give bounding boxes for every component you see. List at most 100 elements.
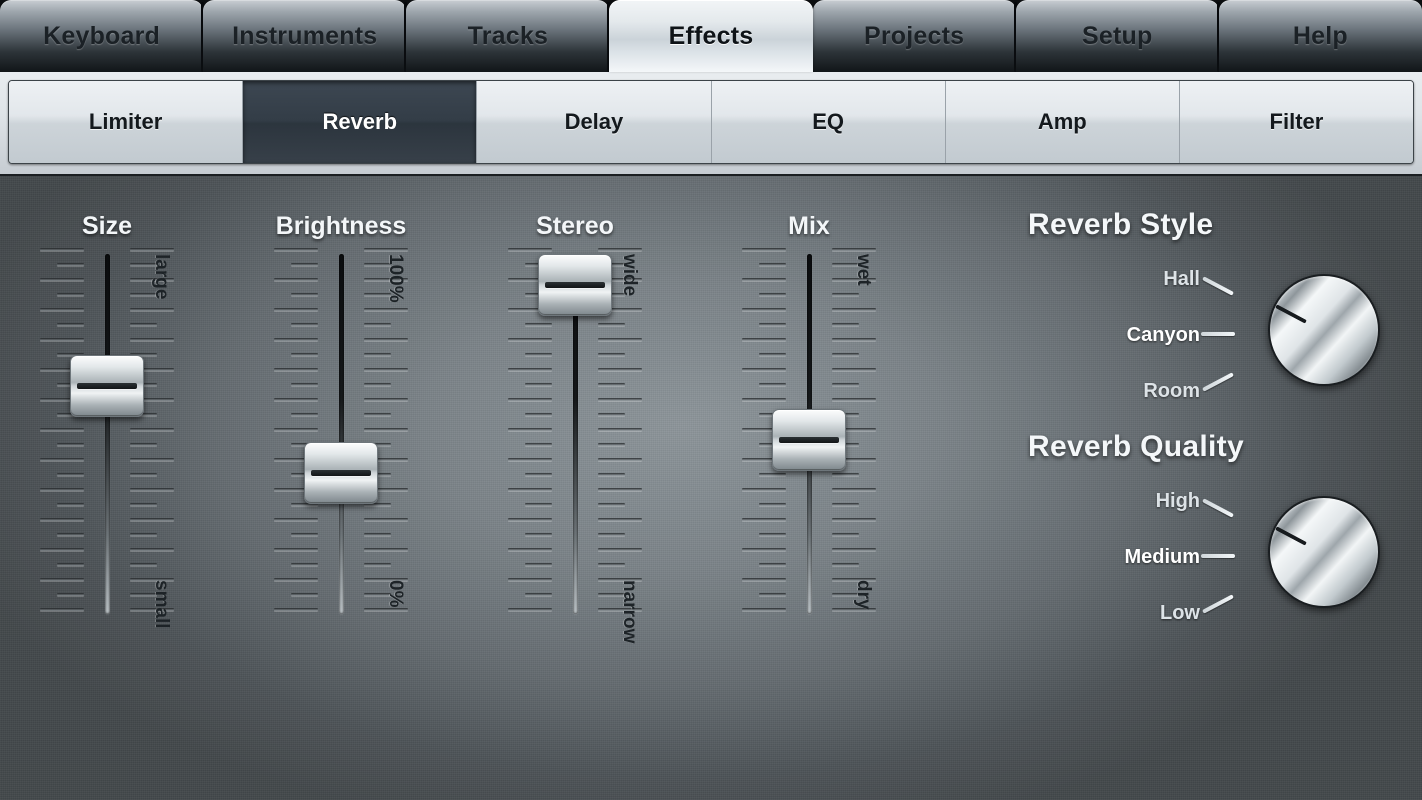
slider-tick	[508, 548, 552, 551]
reverb-style-option-room[interactable]: Room	[990, 380, 1200, 403]
slider-track[interactable]	[100, 254, 114, 614]
slider-tick	[364, 338, 408, 341]
slider-tick	[525, 473, 552, 476]
reverb-quality-knob[interactable]	[1268, 496, 1380, 608]
slider-tick	[832, 383, 859, 386]
slider-tick	[598, 413, 625, 416]
reverb-style-tick-canyon	[1201, 332, 1235, 336]
slider-tick	[742, 398, 786, 401]
slider-tick	[508, 368, 552, 371]
slider-tick	[130, 503, 157, 506]
slider-thumb[interactable]	[70, 355, 144, 418]
slider-title: Stereo	[536, 212, 614, 240]
slider-tick	[291, 533, 318, 536]
main-tab-label: Setup	[1082, 21, 1153, 50]
slider-tick	[832, 353, 859, 356]
slider-tick	[759, 353, 786, 356]
effect-tab-eq[interactable]: EQ	[711, 81, 946, 163]
slider-tick	[759, 263, 786, 266]
slider-group: Size large small Brightness 100% 0% Stereo wide…	[0, 176, 960, 646]
slider-tick	[508, 608, 552, 611]
slider-tick	[742, 368, 786, 371]
effect-tab-filter[interactable]: Filter	[1179, 81, 1413, 163]
reverb-style-option-canyon[interactable]: Canyon	[990, 324, 1200, 347]
slider-tick	[598, 398, 642, 401]
slider-tick	[832, 293, 859, 296]
slider-thumb[interactable]	[538, 254, 612, 316]
slider-tick	[598, 353, 625, 356]
slider-tick	[598, 443, 625, 446]
slider-ticks-right	[130, 248, 176, 620]
main-tab-help[interactable]: Help	[1218, 0, 1422, 72]
slider-title: Mix	[788, 212, 830, 240]
reverb-style-knob[interactable]	[1268, 274, 1380, 386]
slider-thumb[interactable]	[772, 408, 846, 471]
slider-tick	[832, 503, 859, 506]
slider-tick	[40, 608, 84, 611]
slider-tick	[598, 458, 642, 461]
reverb-quality-title: Reverb Quality	[1028, 430, 1244, 463]
main-tab-keyboard[interactable]: Keyboard	[0, 0, 205, 72]
slider-tick	[364, 308, 408, 311]
reverb-quality-option-high[interactable]: High	[990, 490, 1200, 513]
slider-tick	[57, 563, 84, 566]
slider-rail	[339, 254, 344, 614]
slider-tick	[364, 353, 391, 356]
reverb-style-group: Reverb Style Hall Canyon Room	[1028, 208, 1398, 402]
slider-tick	[598, 518, 642, 521]
slider-tick	[291, 593, 318, 596]
slider-tick	[508, 458, 552, 461]
effect-tab-delay[interactable]: Delay	[477, 81, 712, 163]
slider-tick	[40, 458, 84, 461]
slider-tick	[832, 248, 876, 251]
slider-tick	[291, 263, 318, 266]
main-tab-instruments[interactable]: Instruments	[203, 0, 408, 72]
slider-tick	[130, 548, 174, 551]
slider-tick	[832, 563, 859, 566]
slider-tick	[130, 458, 174, 461]
main-tab-projects[interactable]: Projects	[812, 0, 1017, 72]
slider-tick	[364, 383, 391, 386]
slider-tick	[525, 503, 552, 506]
slider-tick	[759, 473, 786, 476]
slider-tick	[130, 248, 174, 251]
reverb-quality-option-low[interactable]: Low	[990, 602, 1200, 625]
slider-tick	[57, 593, 84, 596]
reverb-quality-tick-medium	[1201, 554, 1235, 558]
slider-tick	[57, 533, 84, 536]
reverb-effect-screen: Keyboard Instruments Tracks Effects Projects…	[0, 0, 1422, 800]
slider-tick	[364, 398, 408, 401]
slider-tick	[525, 593, 552, 596]
slider-tick	[759, 323, 786, 326]
slider-tick	[598, 323, 625, 326]
slider-tick	[598, 533, 625, 536]
effect-tab-amp[interactable]: Amp	[945, 81, 1180, 163]
slider-tick	[364, 548, 408, 551]
main-tab-tracks[interactable]: Tracks	[406, 0, 611, 72]
slider-title: Size	[81, 212, 133, 240]
main-tab-label: Tracks	[467, 21, 549, 50]
slider-tick	[742, 488, 786, 491]
slider-tick	[274, 248, 318, 251]
slider-thumb[interactable]	[304, 441, 378, 504]
slider-tick	[759, 563, 786, 566]
main-tab-setup[interactable]: Setup	[1015, 0, 1220, 72]
slider-tick	[759, 593, 786, 596]
slider-tick	[40, 578, 84, 581]
slider-tick	[759, 533, 786, 536]
effect-tab-reverb[interactable]: Reverb	[243, 81, 478, 163]
effect-tab-limiter[interactable]: Limiter	[9, 81, 244, 163]
slider-min-label: dry	[853, 580, 874, 610]
slider-mix: Mix wet dry	[714, 176, 954, 646]
slider-tick	[40, 428, 84, 431]
reverb-style-option-hall[interactable]: Hall	[990, 268, 1200, 291]
slider-track[interactable]	[334, 254, 348, 614]
slider-tick	[130, 563, 157, 566]
reverb-quality-option-medium[interactable]: Medium	[990, 546, 1200, 569]
reverb-style-title: Reverb Style	[1028, 208, 1214, 241]
slider-tick	[291, 323, 318, 326]
slider-tick	[832, 548, 876, 551]
main-tab-effects[interactable]: Effects	[609, 0, 813, 72]
slider-tick	[130, 488, 174, 491]
knob-pointer-icon	[1275, 304, 1307, 324]
